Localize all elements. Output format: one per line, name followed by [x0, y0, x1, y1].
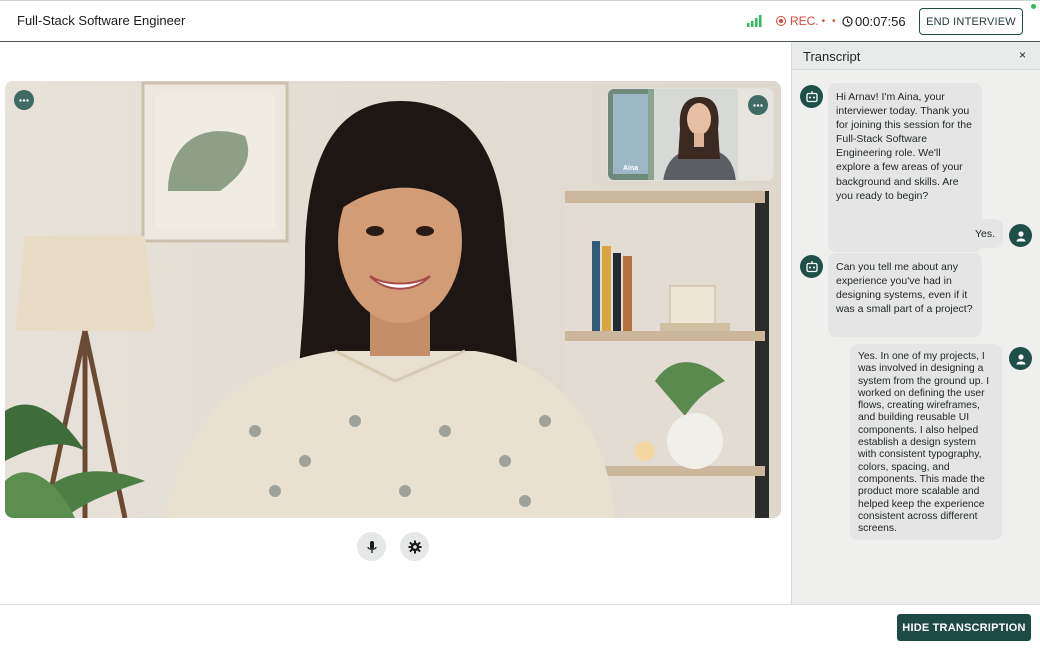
- bot-icon: [805, 90, 818, 102]
- bot-icon: [805, 260, 818, 272]
- microphone-icon: [366, 540, 377, 553]
- transcript-title: Transcript: [803, 49, 861, 64]
- record-icon: [776, 16, 786, 26]
- page-title: Full-Stack Software Engineer: [17, 13, 186, 28]
- end-interview-button[interactable]: END INTERVIEW: [919, 8, 1023, 35]
- rec-pulse: • •: [821, 15, 838, 27]
- user-icon: [1016, 353, 1025, 364]
- transcript-message: Can you tell me about any experience you…: [828, 253, 982, 337]
- hide-transcription-button[interactable]: HIDE TRANSCRIPTION: [897, 614, 1031, 641]
- candidate-avatar: [1009, 224, 1032, 247]
- transcript-message: Yes.: [967, 219, 1003, 248]
- signal-bars-icon: [747, 15, 762, 27]
- candidate-avatar: [1009, 347, 1032, 370]
- gear-icon: [408, 540, 421, 553]
- rec-label: REC.: [790, 14, 819, 28]
- transcript-panel: Transcript × Hi Arnav! I'm Aina, your in…: [791, 42, 1040, 604]
- clock-icon: [842, 16, 853, 27]
- interviewer-avatar: [800, 85, 823, 108]
- interview-timer: 00:07:56: [842, 14, 906, 29]
- footer-divider: [0, 604, 1040, 605]
- interviewer-video-feed: Aina: [607, 88, 774, 181]
- top-bar: Full-Stack Software Engineer REC. • • 00…: [0, 0, 1040, 42]
- recording-indicator: REC. • •: [776, 14, 837, 28]
- pip-more-button[interactable]: [748, 95, 768, 115]
- transcript-message: Hi Arnav! I'm Aina, your interviewer tod…: [828, 83, 982, 252]
- user-icon: [1016, 230, 1025, 241]
- timer-value: 00:07:56: [855, 14, 906, 29]
- transcript-header: Transcript ×: [792, 42, 1040, 70]
- transcript-message: Yes. In one of my projects, I was involv…: [850, 344, 1002, 540]
- main-video-more-button[interactable]: [14, 90, 34, 110]
- more-dots-icon: [19, 98, 29, 102]
- interviewer-name-label: Aina: [623, 165, 639, 172]
- online-status-dot: [1031, 4, 1036, 9]
- close-transcript-icon[interactable]: ×: [1019, 48, 1026, 62]
- interviewer-avatar: [800, 255, 823, 278]
- settings-button[interactable]: [400, 532, 429, 561]
- microphone-button[interactable]: [357, 532, 386, 561]
- more-dots-icon: [753, 103, 763, 107]
